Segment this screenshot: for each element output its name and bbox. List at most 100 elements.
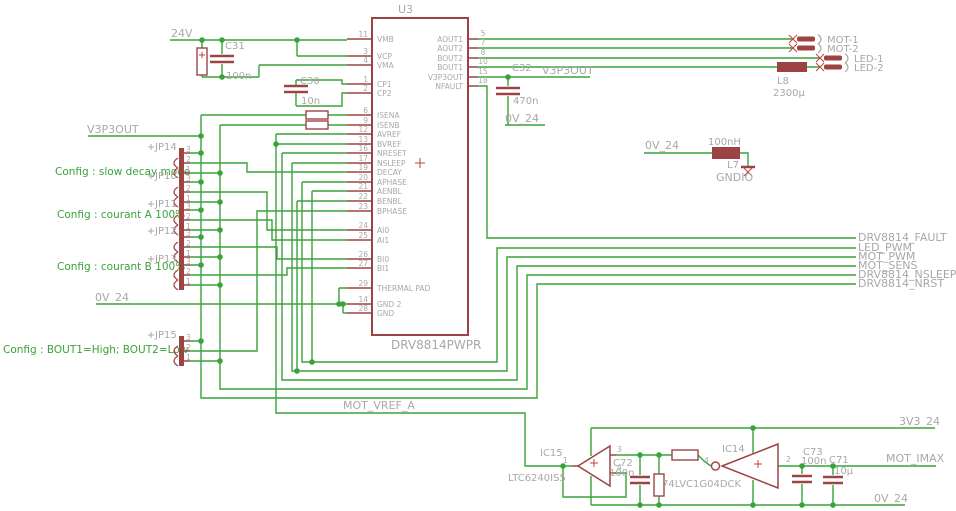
- u3-pin-name: BOUT2: [437, 54, 463, 63]
- junction-dot: [198, 150, 204, 156]
- l7-inductor-icon: [712, 147, 740, 159]
- junction-dot: [198, 207, 204, 213]
- ic14-pin-out: 2: [786, 455, 791, 464]
- jumper-contact-icon: [173, 186, 179, 198]
- origin-cross-icon: [148, 144, 154, 150]
- junction-dot: [560, 463, 566, 469]
- u3-pin-name: BPHASE: [377, 207, 407, 216]
- c71-value: 10µ: [834, 466, 854, 477]
- u3-pin-name: BVREF: [377, 140, 401, 149]
- u3-pin-number: 15: [478, 67, 488, 76]
- u3-pin-number: 1: [363, 75, 368, 84]
- ic15-part: LTC6240IS5: [508, 473, 566, 484]
- u3-pin-number: 9: [363, 116, 368, 125]
- junction-dot: [198, 338, 204, 344]
- c30-value: 10n: [301, 96, 320, 107]
- c32-ref: C32: [512, 63, 532, 74]
- junction-dot: [750, 425, 756, 431]
- ic14-part: 74LVC1G04DCK: [662, 479, 742, 490]
- junction-dot: [217, 199, 223, 205]
- u3-pin-number: 2: [363, 84, 368, 93]
- u3-pin-name: GND 2: [377, 300, 402, 309]
- net-label-v3p3out-right: V3P3OUT: [542, 64, 594, 77]
- u3-pin-number: 27: [358, 259, 368, 268]
- jumper-ref: JP13: [154, 254, 177, 265]
- u3-pin-name: NFAULT: [435, 82, 463, 91]
- sense-resistor-b-icon: [305, 120, 329, 130]
- net-label-0v24-c32: 0V_24: [505, 112, 539, 125]
- jumper-jp12-icon: [179, 232, 184, 262]
- ic14-inverter-bubble-icon: [710, 461, 721, 471]
- junction-dot: [637, 452, 643, 458]
- net-label-0v24-left: 0V_24: [95, 291, 129, 304]
- u3-pin-name: BOUT1: [437, 63, 463, 72]
- junction-dot: [219, 37, 225, 43]
- u3-pin-name: CP2: [377, 89, 392, 98]
- u3-pin-number: 14: [358, 295, 368, 304]
- l8-ref: L8: [777, 76, 789, 87]
- junction-dot: [830, 502, 836, 508]
- l7-ref: L7: [727, 160, 739, 171]
- u3-pin-name: ISENB: [377, 121, 399, 130]
- series-resistor-icon: [671, 449, 699, 461]
- u3-pin-number: 18: [478, 76, 488, 85]
- pin-stubs: [184, 38, 478, 362]
- net-label-3v3-24: 3V3_24: [899, 415, 940, 428]
- l8-inductor-icon: [777, 62, 807, 72]
- jumper-ref: JP14: [154, 142, 177, 153]
- c32-value: 470n: [513, 96, 538, 107]
- junction-dot: [198, 179, 204, 185]
- junction-dot: [637, 502, 643, 508]
- junction-dot: [217, 170, 223, 176]
- junction-dot: [830, 463, 836, 469]
- u3-pin-name: AI0: [377, 226, 389, 235]
- ic14-pin-in: 4: [704, 456, 709, 465]
- connector-label-led2: LED-2: [854, 63, 884, 74]
- junction-dot: [294, 37, 300, 43]
- u3-pin-name: ISENA: [377, 111, 400, 120]
- c30-ref: C30: [300, 76, 320, 87]
- l7-value: 100nH: [708, 137, 741, 148]
- c31-ref: C31: [225, 41, 245, 52]
- jumper-contact-icon: [173, 355, 179, 367]
- u3-pin-number: 10: [478, 57, 488, 66]
- u3-pin-name: BI0: [377, 255, 389, 264]
- net-label-0v24-bottom: 0V_24: [874, 492, 908, 505]
- jumper-jp13-icon: [179, 260, 184, 290]
- u3-pin-number: 16: [358, 144, 368, 153]
- u3-pin-name: VMB: [377, 35, 394, 44]
- ic15-pin-out: 3: [617, 445, 622, 454]
- junction-dot: [273, 141, 279, 147]
- u3-pin-number: 5: [481, 29, 486, 38]
- component-marks: [199, 34, 825, 468]
- u3-pin-number: 11: [358, 30, 368, 39]
- jumper-ref: JP10: [154, 171, 177, 182]
- u3-pin-name: DECAY: [377, 168, 402, 177]
- net-label-v3p3out-left: V3P3OUT: [87, 123, 139, 136]
- schematic-drawing: U3 DRV8814PWPR 24V V3P3OUT V3P3OUT 0V_24…: [3, 3, 956, 508]
- junction-dot: [217, 358, 223, 364]
- junction-dot: [656, 452, 662, 458]
- u3-pin-name: NSLEEP: [377, 159, 406, 168]
- u3-pin-name: CP1: [377, 80, 392, 89]
- jumper-jp11-icon: [179, 205, 184, 235]
- l8-value: 2300µ: [773, 88, 805, 99]
- u3-pin-name: AOUT1: [437, 35, 463, 44]
- u3-pin-name: VCP: [377, 52, 392, 61]
- junction-dot: [199, 37, 205, 43]
- junction-dot: [219, 74, 225, 80]
- u3-pin-number: 6: [363, 106, 368, 115]
- junction-dot: [294, 368, 300, 374]
- u3-pin-name: AOUT2: [437, 44, 463, 53]
- signal-label-drv8814-nrst: DRV8814_NRST: [858, 277, 944, 290]
- led1-connector-icon: [824, 55, 842, 61]
- junction-dot: [750, 502, 756, 508]
- junction-dot: [198, 262, 204, 268]
- u3-pin-name: V3P3OUT: [428, 73, 464, 82]
- u3-pin-number: 17: [358, 154, 368, 163]
- sense-resistor-a-icon: [305, 110, 329, 120]
- u3-pin-number: 20: [358, 173, 368, 182]
- jumper-ref: JP11: [154, 199, 177, 210]
- u3-pin-name: AI1: [377, 236, 389, 245]
- u3-pin-name: AVREF: [377, 130, 401, 139]
